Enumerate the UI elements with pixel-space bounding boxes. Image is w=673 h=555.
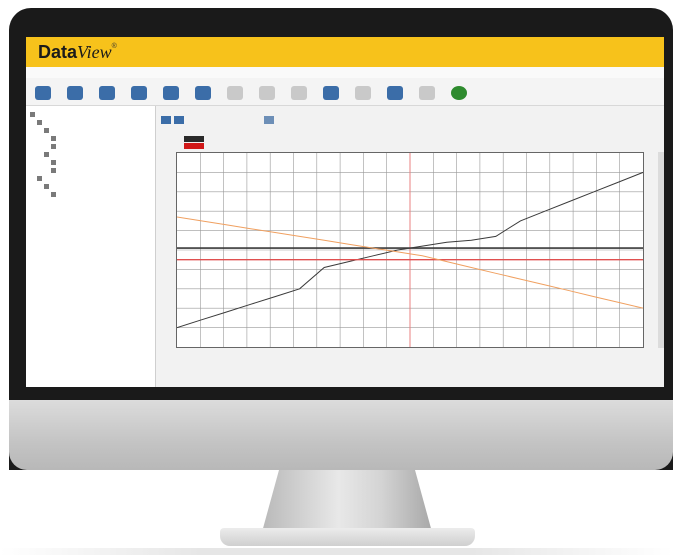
tree-item[interactable] (26, 134, 155, 142)
folder-icon (37, 119, 42, 125)
tree-item[interactable] (26, 190, 155, 198)
graph-icon (195, 86, 211, 100)
print-button[interactable] (94, 86, 120, 105)
instrument-button[interactable] (158, 86, 184, 105)
legend-header-row (160, 128, 640, 135)
tree-item[interactable] (26, 126, 155, 134)
panel-tabs (161, 116, 184, 124)
tree-item[interactable] (26, 174, 155, 182)
tree-item[interactable] (26, 110, 155, 118)
folder-icon (51, 143, 56, 149)
delete-icon (291, 86, 307, 100)
tree-item[interactable] (26, 158, 155, 166)
cursor-button[interactable] (254, 86, 280, 105)
chart-plot-area[interactable] (176, 152, 644, 348)
pan-button[interactable] (382, 86, 408, 105)
menu-bar (26, 67, 664, 78)
pan-icon (387, 86, 403, 100)
folder-icon (44, 183, 49, 189)
title-bar: Data View ® (26, 37, 664, 67)
app-title-mark: ® (111, 43, 117, 50)
legend-row (160, 142, 640, 149)
tree-item[interactable] (26, 166, 155, 174)
tree-item[interactable] (26, 150, 155, 158)
monitor-base (220, 528, 475, 546)
navigation-tree (26, 106, 156, 387)
line-chart (177, 153, 643, 347)
print-icon (99, 86, 115, 100)
table-button[interactable] (222, 86, 248, 105)
export-button[interactable] (126, 86, 152, 105)
help-button[interactable] (446, 86, 472, 105)
graph-panel (156, 106, 664, 387)
report-icon (67, 86, 83, 100)
settings-icon (419, 86, 435, 100)
report-button[interactable] (62, 86, 88, 105)
channel-legend-table (160, 128, 640, 149)
zoom-in-button[interactable] (318, 86, 344, 105)
legend-row (160, 135, 640, 142)
toolbar (26, 78, 664, 106)
help-icon (451, 86, 467, 100)
folder-icon (51, 167, 56, 173)
settings-button[interactable] (414, 86, 440, 105)
folder-icon (37, 175, 42, 181)
folder-icon (51, 159, 56, 165)
app-window: Data View ® (26, 37, 664, 387)
tree-item[interactable] (26, 182, 155, 190)
main-area (26, 106, 664, 387)
folder-icon (51, 135, 56, 141)
series-swatch-dark (184, 135, 204, 142)
floor-shadow (0, 548, 673, 555)
cursor-icon (259, 86, 275, 100)
tree-item[interactable] (26, 142, 155, 150)
folder-icon (44, 151, 49, 157)
app-title-data: Data (38, 41, 78, 62)
zoom-in-icon (323, 86, 339, 100)
zoom-out-icon (355, 86, 371, 100)
zoom-out-button[interactable] (350, 86, 376, 105)
export-icon (131, 86, 147, 100)
vertical-scrollbar[interactable] (658, 152, 664, 348)
open-button[interactable] (30, 86, 56, 105)
tab-table[interactable] (174, 116, 184, 124)
table-icon (227, 86, 243, 100)
app-title-view: View (77, 41, 112, 62)
open-icon (35, 86, 51, 100)
instrument-icon (163, 86, 179, 100)
folder-icon (44, 127, 49, 133)
tree-item[interactable] (26, 118, 155, 126)
monitor-bezel: Data View ® (9, 8, 673, 470)
delete-button[interactable] (286, 86, 312, 105)
folder-icon (51, 191, 56, 197)
tab-settings[interactable] (264, 116, 274, 124)
folder-icon (30, 111, 35, 117)
graph-button[interactable] (190, 86, 216, 105)
monitor-chin (9, 400, 673, 470)
tab-graph[interactable] (161, 116, 171, 124)
series-swatch-red (184, 142, 204, 149)
monitor-stand (262, 470, 432, 532)
